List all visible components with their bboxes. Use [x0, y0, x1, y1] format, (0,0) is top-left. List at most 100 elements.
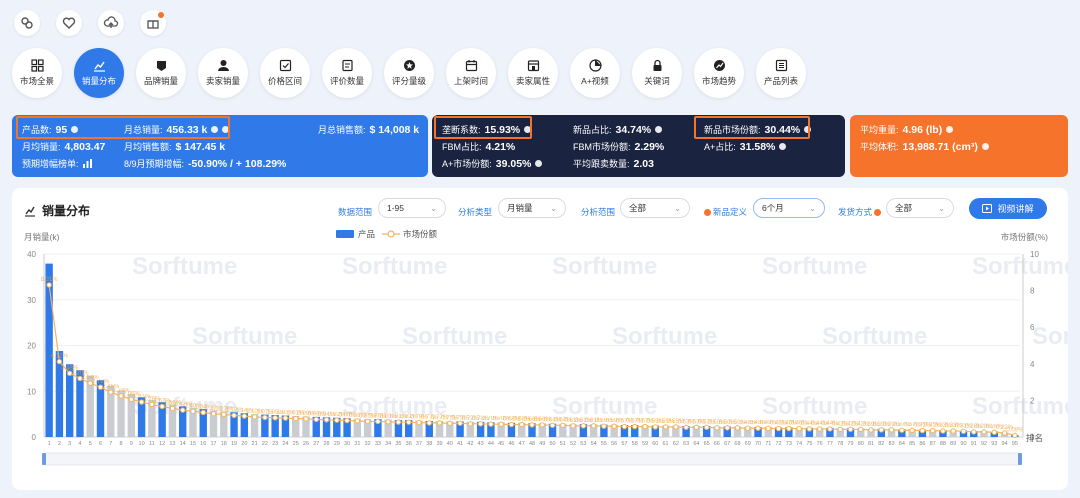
- tool-star[interactable]: 评分量级: [384, 48, 434, 98]
- market-share-point: [334, 417, 340, 423]
- store-icon: [527, 60, 539, 72]
- rank-tick-label: 43: [478, 441, 484, 447]
- info-icon[interactable]: [981, 143, 989, 150]
- market-share-point: [837, 426, 843, 433]
- watermark-text: Sorftume: [132, 253, 237, 280]
- rank-tick-label: 70: [755, 441, 761, 447]
- tool-list[interactable]: 产品列表: [756, 48, 806, 98]
- brain-icon[interactable]: [14, 10, 40, 36]
- tool-bar-chart[interactable]: 销量分布: [74, 48, 124, 98]
- info-icon[interactable]: [874, 209, 882, 217]
- rank-tick-label: 87: [930, 441, 936, 447]
- chevron-down-icon: ⌄: [809, 203, 816, 213]
- bar-chart-icon: [82, 159, 92, 168]
- market-share-point: [436, 420, 443, 426]
- rank-tick-label: 37: [416, 441, 422, 447]
- type-select[interactable]: 月销量 ⌄: [498, 198, 566, 218]
- sales-distribution-card: 销量分布 数据范围 1-95 ⌄ 分析类型 月销量 ⌄ 分析范围 全部 ⌄ 新品定义 …: [12, 188, 1080, 490]
- video-tutorial-button[interactable]: 视频讲解: [969, 198, 1047, 219]
- rank-tick-label: 13: [169, 441, 175, 447]
- rank-tick-label: 1: [48, 441, 51, 447]
- rank-tick-label: 76: [817, 441, 823, 447]
- highlight-box: [16, 116, 230, 139]
- fbm-share-stat: FBM市场份额: 2.29%: [573, 140, 665, 153]
- market-share-point: [262, 414, 268, 421]
- rank-tick-label: 6: [99, 441, 102, 447]
- rank-tick-label: 91: [971, 441, 977, 447]
- market-share-point: [673, 424, 679, 430]
- ship-select[interactable]: 全部 ⌄: [886, 198, 954, 218]
- card-title: 销量分布: [24, 202, 90, 219]
- rank-tick-label: 50: [549, 441, 555, 447]
- market-share-point: [642, 423, 648, 430]
- rank-tick-label: 12: [159, 441, 165, 447]
- tool-label: 卖家销量: [205, 76, 240, 86]
- tool-grid[interactable]: 市场全景: [12, 48, 62, 98]
- rank-tick-label: 75: [806, 441, 812, 447]
- market-share-point: [46, 282, 52, 288]
- gift-icon[interactable]: [140, 10, 166, 36]
- market-share-point: [364, 418, 371, 425]
- rank-tick-label: 86: [919, 441, 925, 447]
- rank-tick-label: 90: [960, 441, 966, 447]
- play-icon: [982, 204, 993, 213]
- forecast-list-link[interactable]: 预期增幅榜单:: [22, 157, 92, 170]
- tool-video[interactable]: A+视频: [570, 48, 620, 98]
- market-share-point: [734, 425, 741, 431]
- legend-marker-share: [387, 230, 395, 238]
- market-share-point: [323, 417, 330, 423]
- right-tick-label: 10: [1030, 250, 1039, 259]
- tool-seller[interactable]: 卖家销量: [198, 48, 248, 98]
- info-icon[interactable]: [779, 143, 787, 150]
- rank-tick-label: 67: [724, 441, 730, 447]
- rank-tick-label: 21: [252, 441, 258, 447]
- ship-label: 发货方式: [838, 206, 883, 218]
- tool-review[interactable]: 评价数量: [322, 48, 372, 98]
- market-share-point: [929, 427, 936, 434]
- rank-tick-label: 74: [796, 441, 802, 447]
- tool-store[interactable]: 卖家属性: [508, 48, 558, 98]
- market-share-point: [899, 427, 905, 433]
- market-share-point: [909, 427, 915, 433]
- rank-tick-label: 28: [323, 441, 329, 447]
- tool-trend[interactable]: 市场趋势: [694, 48, 744, 98]
- tool-calendar[interactable]: 上架时间: [446, 48, 496, 98]
- heart-icon[interactable]: [56, 10, 82, 36]
- rank-tick-label: 66: [714, 441, 720, 447]
- fbm-ratio-stat: FBM占比: 4.21%: [442, 140, 516, 153]
- market-share-point: [714, 425, 720, 431]
- legend-swatch-products: [336, 230, 354, 238]
- tool-label: 产品列表: [763, 76, 798, 86]
- rank-tick-label: 34: [385, 441, 391, 447]
- rank-tick-label: 54: [591, 441, 597, 447]
- new-def-select[interactable]: 6个月 ⌄: [753, 198, 825, 218]
- info-icon[interactable]: [535, 160, 543, 167]
- tool-price[interactable]: 价格区间: [260, 48, 310, 98]
- info-icon[interactable]: [655, 126, 663, 133]
- sales-chart-svg: Sorftume Sorftume Sorftume Sorftume Sorftume…: [24, 229, 1080, 466]
- info-icon[interactable]: [946, 126, 954, 133]
- range-select[interactable]: 1-95 ⌄: [378, 198, 446, 218]
- tool-brand[interactable]: 品牌销量: [136, 48, 186, 98]
- tool-label: 卖家属性: [515, 76, 550, 86]
- cloud-upload-icon[interactable]: [98, 10, 124, 36]
- right-tick-label: 8: [1030, 287, 1035, 296]
- tool-label: A+视频: [581, 76, 609, 86]
- rank-tick-label: 38: [426, 441, 432, 447]
- chevron-down-icon: ⌄: [550, 203, 557, 213]
- chevron-down-icon: ⌄: [674, 203, 681, 213]
- market-share-point: [621, 423, 628, 430]
- scope-select[interactable]: 全部 ⌄: [620, 198, 690, 218]
- market-share-point: [344, 417, 350, 424]
- rank-tick-label: 8: [120, 441, 123, 447]
- watermark-text: Sorftume: [1032, 323, 1068, 350]
- info-icon[interactable]: [704, 209, 711, 217]
- rank-tick-label: 36: [406, 441, 412, 447]
- market-share-point: [796, 425, 802, 432]
- market-share-point: [406, 419, 412, 425]
- market-share-point: [683, 424, 689, 431]
- tool-lock[interactable]: 关键词: [632, 48, 682, 98]
- rank-tick-label: 80: [858, 441, 864, 447]
- market-share-point: [467, 421, 474, 427]
- rank-tick-label: 7: [109, 441, 112, 447]
